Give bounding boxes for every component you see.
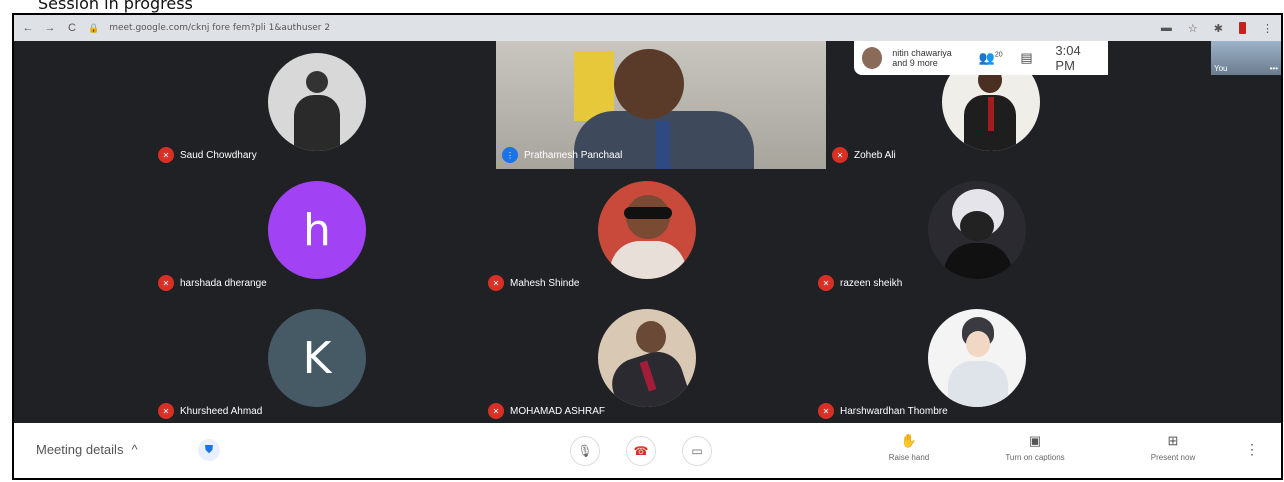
meeting-time: 3:04 PM bbox=[1055, 43, 1081, 73]
participant-photo bbox=[268, 53, 366, 151]
hand-icon: ✋ bbox=[900, 433, 918, 448]
self-label: You bbox=[1214, 64, 1228, 73]
forward-button[interactable]: → bbox=[44, 22, 56, 34]
browser-actions: ▬ ☆ ✱ ⋮ bbox=[1161, 22, 1273, 35]
meeting-details-button[interactable]: Meeting details ^ bbox=[36, 442, 138, 457]
participant-name: ✕ Khursheed Ahmad bbox=[158, 403, 262, 419]
meet-window: ← → C 🔒 meet.google.com/cknj fore fem?pl… bbox=[12, 13, 1283, 480]
mic-off-icon: ✕ bbox=[818, 275, 834, 291]
camera-button[interactable]: ▭ bbox=[682, 436, 712, 466]
speaking-icon: ⋮ bbox=[502, 147, 518, 163]
mic-off-icon: ✕ bbox=[158, 147, 174, 163]
participant-photo bbox=[598, 181, 696, 279]
avatar bbox=[598, 181, 696, 279]
captions-button[interactable]: ▣ Turn on captions bbox=[990, 433, 1080, 462]
participants-panel: nitin chawariya and 9 more 👥20 ▤ 3:04 PM bbox=[854, 41, 1108, 75]
extension-red-icon[interactable] bbox=[1239, 22, 1246, 34]
avatar bbox=[268, 53, 366, 151]
avatar bbox=[862, 47, 883, 69]
avatar: K bbox=[268, 309, 366, 407]
captions-icon: ▣ bbox=[1028, 433, 1042, 448]
reload-button[interactable]: C bbox=[66, 22, 78, 34]
mic-off-icon: ✕ bbox=[818, 403, 834, 419]
avatar bbox=[928, 181, 1026, 279]
avatar bbox=[928, 309, 1026, 407]
participant-tile: ✕ MOHAMAD ASHRAF bbox=[482, 297, 812, 425]
participant-name: ✕ MOHAMAD ASHRAF bbox=[488, 403, 605, 419]
participants-summary[interactable]: nitin chawariya and 9 more bbox=[892, 48, 968, 68]
browser-menu-icon[interactable]: ⋮ bbox=[1262, 22, 1273, 35]
participant-photo bbox=[928, 309, 1026, 407]
microphone-icon: 🎙 bbox=[577, 444, 593, 458]
participant-name: ✕ harshada dherange bbox=[158, 275, 267, 291]
phone-icon: ☎ bbox=[633, 444, 649, 458]
participant-name: ✕ Harshwardhan Thombre bbox=[818, 403, 948, 419]
cast-icon[interactable]: ▬ bbox=[1161, 22, 1172, 34]
present-icon: ⊞ bbox=[1167, 433, 1179, 448]
participant-name: ✕ Saud Chowdhary bbox=[158, 147, 257, 163]
hang-up-button[interactable]: ☎ bbox=[626, 436, 656, 466]
self-view[interactable]: You ••• bbox=[1211, 41, 1281, 75]
mic-off-icon: ✕ bbox=[488, 275, 504, 291]
participant-name: ✕ Zoheb Ali bbox=[832, 147, 896, 163]
chevron-up-icon: ^ bbox=[131, 442, 138, 457]
participant-name: ⋮ Prathamesh Panchaal bbox=[502, 147, 622, 163]
microphone-button[interactable]: 🎙 bbox=[570, 436, 600, 466]
more-options-icon[interactable]: ⋮ bbox=[1245, 441, 1259, 458]
bookmark-star-icon[interactable]: ☆ bbox=[1188, 22, 1198, 35]
participant-tile: ✕ Saud Chowdhary bbox=[152, 41, 482, 169]
mic-off-icon: ✕ bbox=[158, 403, 174, 419]
shield-icon[interactable]: ⛊ bbox=[198, 439, 220, 461]
participant-grid: ✕ Saud Chowdhary ⋮ Prathamesh Panchaal ✕… bbox=[152, 41, 1142, 425]
people-icon[interactable]: 👥20 bbox=[978, 50, 1004, 66]
presenter-video: ⋮ Prathamesh Panchaal bbox=[496, 41, 826, 169]
participant-tile: ✕ Mahesh Shinde bbox=[482, 169, 812, 297]
avatar: h bbox=[268, 181, 366, 279]
participant-tile: ✕ Harshwardhan Thombre bbox=[812, 297, 1142, 425]
session-caption: Session in progress bbox=[38, 0, 193, 13]
presenter-tie bbox=[656, 121, 670, 169]
present-now-button[interactable]: ⊞ Present now bbox=[1128, 433, 1218, 462]
participant-tile: K ✕ Khursheed Ahmad bbox=[152, 297, 482, 425]
mic-off-icon: ✕ bbox=[158, 275, 174, 291]
more-dots-icon[interactable]: ••• bbox=[1270, 64, 1278, 73]
mic-off-icon: ✕ bbox=[488, 403, 504, 419]
bottom-controls: Meeting details ^ ⛊ 🎙 ☎ ▭ ✋ Raise hand ▣… bbox=[14, 423, 1281, 478]
participant-name: ✕ razeen sheikh bbox=[818, 275, 902, 291]
participant-photo bbox=[928, 181, 1026, 279]
participant-tile: ✕ razeen sheikh bbox=[812, 169, 1142, 297]
lock-icon: 🔒 bbox=[88, 22, 100, 33]
participant-name: ✕ Mahesh Shinde bbox=[488, 275, 580, 291]
chat-icon[interactable]: ▤ bbox=[1014, 50, 1040, 66]
participant-tile: h ✕ harshada dherange bbox=[152, 169, 482, 297]
mic-off-icon: ✕ bbox=[832, 147, 848, 163]
camera-icon: ▭ bbox=[691, 444, 703, 458]
raise-hand-button[interactable]: ✋ Raise hand bbox=[864, 433, 954, 462]
extensions-icon[interactable]: ✱ bbox=[1214, 22, 1223, 35]
back-button[interactable]: ← bbox=[22, 22, 34, 34]
avatar bbox=[598, 309, 696, 407]
browser-toolbar: ← → C 🔒 meet.google.com/cknj fore fem?pl… bbox=[14, 15, 1281, 41]
address-bar[interactable]: meet.google.com/cknj fore fem?pli 1&auth… bbox=[109, 23, 330, 33]
participant-photo bbox=[598, 309, 696, 407]
presenter-face bbox=[614, 49, 684, 119]
